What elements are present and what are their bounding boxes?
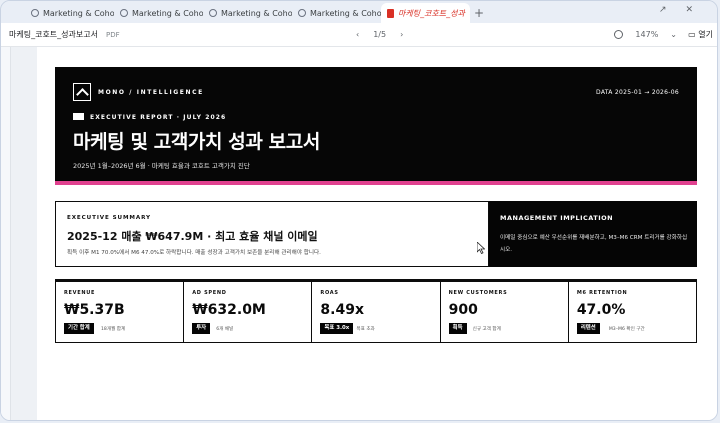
tab-label: Marketing & Coho [221,8,292,18]
kpi-label: NEW CUSTOMERS [448,290,508,296]
executive-summary: EXECUTIVE SUMMARY 2025-12 매출 ₩647.9M · 최… [55,201,489,267]
globe-icon [298,9,306,17]
globe-icon [120,9,128,17]
brand-name: MONO / INTELLIGENCE [98,89,204,96]
implication-kicker: MANAGEMENT IMPLICATION [500,214,614,222]
tab-label: Marketing & Coho [310,8,381,18]
window-controls[interactable]: ↗ ✕ [659,5,701,15]
tab-label: Marketing & Coho [132,8,203,18]
kpi-note: 6개 채널 [216,327,234,332]
mouse-cursor-icon [477,242,485,254]
kpi-value: 900 [448,302,478,318]
document-type: PDF [105,30,120,39]
next-page-icon[interactable]: › [400,30,403,39]
kpi-value: 47.0% [576,302,626,318]
zoom-in-icon[interactable] [614,30,624,39]
tab-label: Marketing & Coho [43,8,114,18]
kpi-card-ad-spend: AD SPEND ₩632.0M 투자 6개 채널 [184,282,313,342]
kpi-row: REVENUE ₩5.37B 기간 합계 18개월 합계 AD SPEND ₩6… [55,279,697,343]
kpi-label: REVENUE [64,290,96,296]
browser-tab[interactable]: Marketing & Coho [203,3,292,23]
kpi-note: 신규 고객 합계 [472,327,501,332]
kpi-value: ₩632.0M [192,302,266,318]
eyebrow-mark [73,113,84,120]
kpi-tag: 획득 [448,323,467,334]
new-tab-button[interactable]: + [474,3,484,23]
pdf-file-icon [387,8,394,18]
kpi-note: M3–M6 확인 구간 [608,327,645,332]
implication-body: 이메일 중심으로 예산 우선순위를 재배분하고, M3–M6 CRM 트리거를 … [500,235,688,253]
kpi-label: ROAS [320,290,339,296]
document-title: 마케팅_코호트_성과보고서 [9,30,98,39]
kpi-tag: 목표 3.0x [320,323,354,334]
summary-body: 획득 이후 M1 70.0%에서 M6 47.0%로 하락합니다. 매출 성장과… [67,250,321,256]
browser-tab-active[interactable]: 마케팅_코호트_성과 ✕ [381,3,470,23]
kpi-card-roas: ROAS 8.49x 목표 3.0x 목표 초과 [312,282,441,342]
thumbnail-rail[interactable] [1,47,11,420]
kpi-note: 18개월 합계 [101,327,126,332]
page-indicator[interactable]: 1/5 [373,30,386,39]
accent-rule [55,181,697,185]
page-navigation: ‹ 1/5 › [356,30,403,39]
kpi-tag: 리텐션 [576,323,600,334]
pdf-viewer[interactable]: MONO / INTELLIGENCE DATA 2025-01 → 2026-… [1,47,717,420]
folder-icon: ▭ [688,30,696,39]
management-implication: MANAGEMENT IMPLICATION 이메일 중심으로 예산 우선순위를… [489,201,697,267]
kpi-note: 목표 초과 [356,327,375,332]
kpi-card-new-customers: NEW CUSTOMERS 900 획득 신규 고객 합계 [441,282,569,342]
report-subtitle: 2025년 1월–2026년 6월 · 마케팅 효율과 코호트 고객가치 진단 [73,162,250,170]
report-hero: MONO / INTELLIGENCE DATA 2025-01 → 2026-… [55,67,697,185]
browser-window: Marketing & Coho Marketing & Coho Market… [0,0,718,421]
previous-page-icon[interactable]: ‹ [356,30,359,39]
zoom-controls: 147% ⌄ [614,30,677,39]
close-tab-icon[interactable]: ✕ [469,9,470,18]
report-title: 마케팅 및 고객가치 성과 보고서 [73,131,320,153]
summary-headline: 2025-12 매출 ₩647.9M · 최고 효율 채널 이메일 [67,230,318,243]
data-range: DATA 2025-01 → 2026-06 [596,89,679,96]
zoom-level[interactable]: 147% [635,30,658,39]
globe-icon [209,9,217,17]
chevron-down-icon[interactable]: ⌄ [670,30,677,39]
open-button-label: 열기 [698,30,713,39]
kpi-card-m6-retention: M6 RETENTION 47.0% 리텐션 M3–M6 확인 구간 [569,282,696,342]
kpi-label: AD SPEND [192,290,227,296]
browser-tab[interactable]: Marketing & Coho [114,3,203,23]
browser-tab[interactable]: Marketing & Coho [25,3,114,23]
summary-kicker: EXECUTIVE SUMMARY [67,215,151,221]
kpi-card-revenue: REVENUE ₩5.37B 기간 합계 18개월 합계 [56,282,185,342]
browser-tab[interactable]: Marketing & Coho [292,3,381,23]
pdf-page: MONO / INTELLIGENCE DATA 2025-01 → 2026-… [37,47,717,420]
brand-logo-icon [73,83,91,101]
tab-label: 마케팅_코호트_성과 [398,8,465,18]
kpi-tag: 투자 [192,323,211,334]
report-eyebrow: EXECUTIVE REPORT · JULY 2026 [90,114,227,121]
pdf-toolbar: 마케팅_코호트_성과보고서 PDF ‹ 1/5 › 147% ⌄ ▭ 열기 [1,23,717,47]
open-button[interactable]: ▭ 열기 [688,29,713,40]
kpi-tag: 기간 합계 [64,323,94,334]
kpi-label: M6 RETENTION [576,290,628,296]
tab-strip: Marketing & Coho Marketing & Coho Market… [1,1,717,23]
kpi-value: 8.49x [320,302,364,318]
kpi-value: ₩5.37B [64,302,125,318]
globe-icon [31,9,39,17]
